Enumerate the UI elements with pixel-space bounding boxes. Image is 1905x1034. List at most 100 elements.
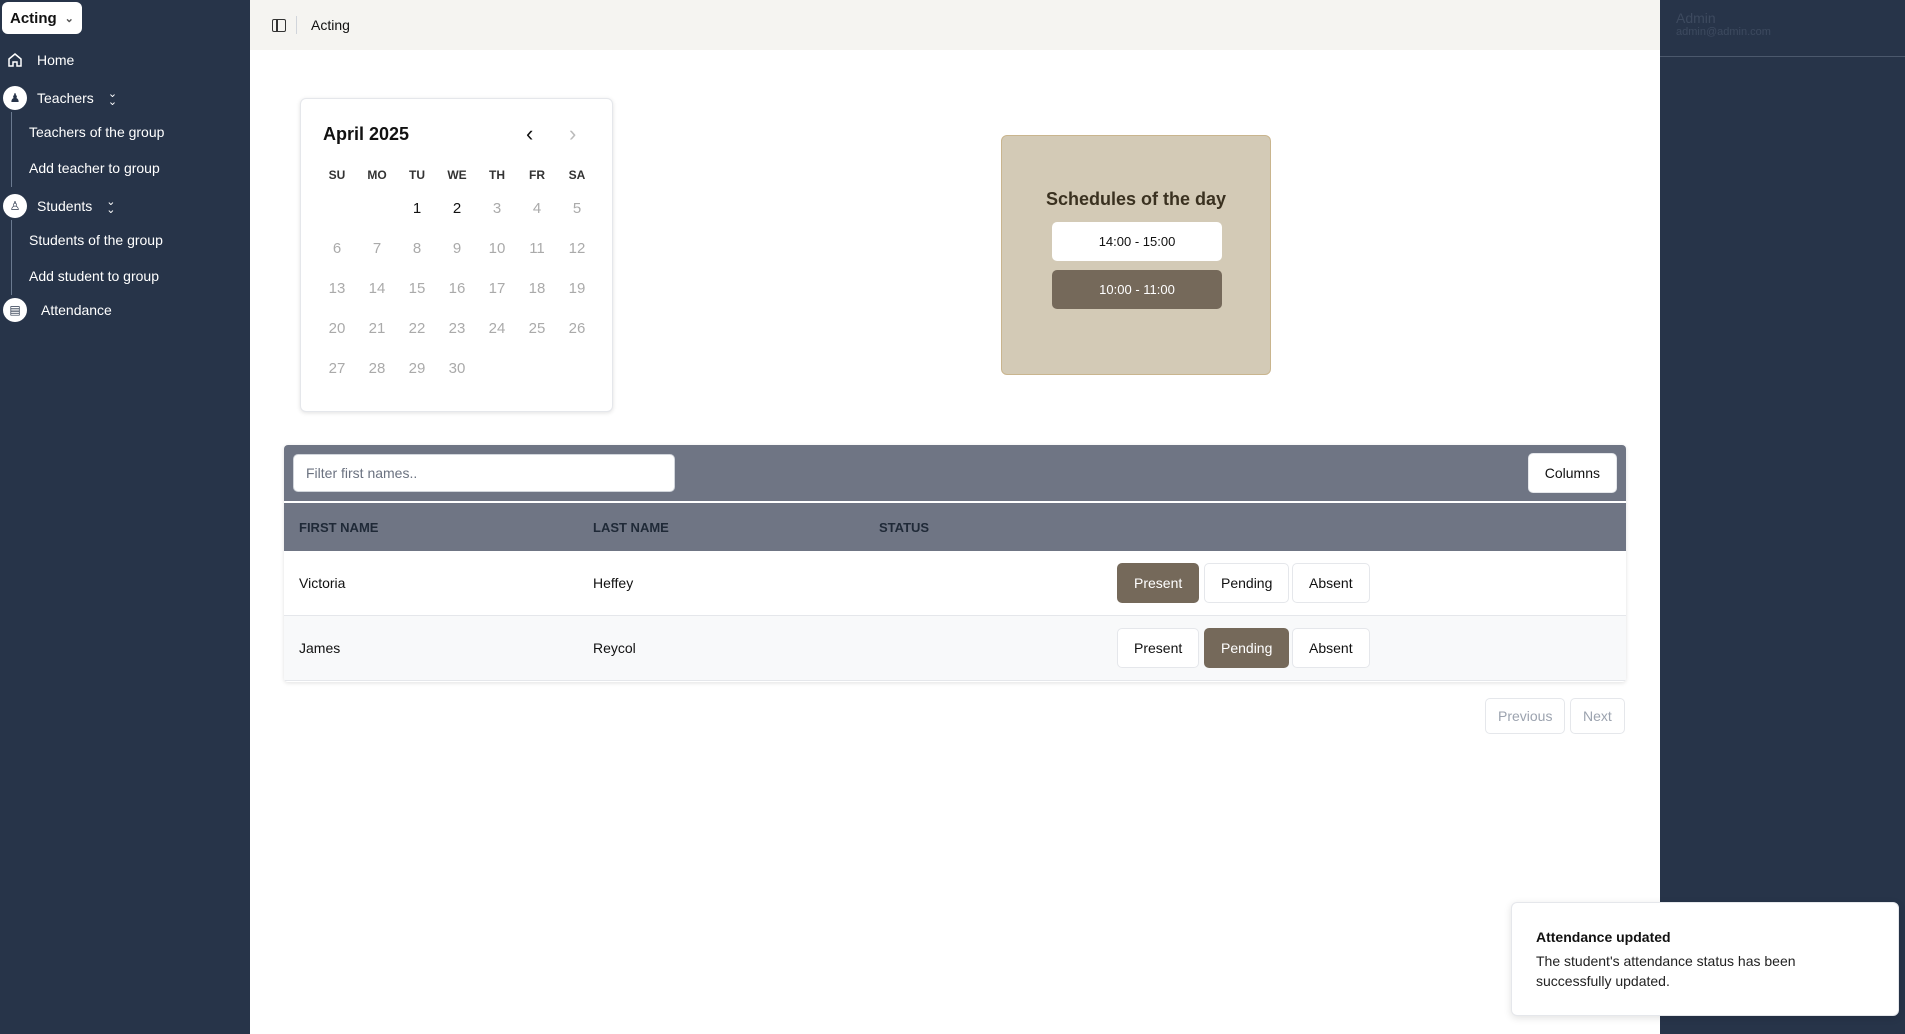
calendar-day: 24 (488, 320, 506, 337)
next-button[interactable]: Next (1570, 698, 1625, 734)
chevron-right-icon[interactable]: › (569, 121, 576, 147)
chevron-left-icon[interactable]: ‹ (526, 121, 533, 147)
chevron-down-icon: ⌄ (64, 12, 74, 25)
sidebar-item-label: Attendance (41, 302, 112, 318)
sidebar-item-add-student[interactable]: Add student to group (29, 268, 159, 284)
columns-button[interactable]: Columns (1527, 453, 1617, 493)
calendar-day: 10 (488, 240, 506, 257)
cell-first-name: Victoria (299, 575, 346, 591)
calendar-day: 19 (568, 280, 586, 297)
schedule-slot-selected[interactable]: 10:00 - 11:00 (1052, 270, 1222, 309)
schedules-card: Schedules of the day 14:00 - 15:00 10:00… (1001, 135, 1271, 375)
calendar-day[interactable]: 1 (397, 189, 437, 229)
user-menu[interactable]: Admin admin@admin.com (1660, 0, 1905, 57)
sidebar-item-teachers[interactable]: ♟ Teachers ⌄ ⌄ (0, 86, 117, 110)
calendar-month: April 2025 (323, 124, 410, 144)
submenu-line (11, 112, 12, 187)
column-header-last-name[interactable]: LAST NAME (593, 520, 669, 535)
calendar-day: 13 (328, 280, 346, 297)
cell-last-name: Reycol (593, 640, 636, 656)
previous-button[interactable]: Previous (1485, 698, 1566, 734)
schedules-title: Schedules of the day (1045, 189, 1227, 209)
user-email: admin@admin.com (1676, 26, 1771, 38)
table-row: Victoria Heffey Present Pending Absent (284, 551, 1626, 616)
sidebar: Acting ⌄ Home ♟ Teachers ⌄ ⌄ Teachers of … (0, 0, 250, 1034)
group-select[interactable]: Acting ⌄ (2, 2, 82, 34)
calendar-day: 9 (452, 240, 462, 257)
weekday-label: SU (328, 168, 346, 182)
sidebar-toggle-icon[interactable] (272, 18, 286, 32)
sidebar-item-teachers-of-group[interactable]: Teachers of the group (29, 124, 164, 140)
weekday-label: TH (489, 168, 505, 182)
user-name: Admin (1676, 10, 1716, 26)
pending-button[interactable]: Pending (1204, 563, 1290, 603)
sidebar-item-home[interactable]: Home (0, 48, 74, 72)
weekday-label: WE (447, 168, 467, 182)
attendance-table: Columns FIRST NAME LAST NAME STATUS Vict… (284, 445, 1626, 682)
sidebar-item-add-teacher[interactable]: Add teacher to group (29, 160, 160, 176)
calendar-day: 21 (368, 320, 386, 337)
calendar-day: 14 (368, 280, 386, 297)
calendar-day: 3 (492, 200, 502, 217)
calendar-day: 25 (528, 320, 546, 337)
teacher-icon: ♟ (3, 86, 27, 110)
table-header: FIRST NAME LAST NAME STATUS (284, 501, 1626, 551)
schedule-slot[interactable]: 14:00 - 15:00 (1052, 222, 1222, 261)
sidebar-item-attendance[interactable]: ▤ Attendance (0, 298, 112, 322)
present-button[interactable]: Present (1117, 628, 1200, 668)
cell-last-name: Heffey (593, 575, 634, 591)
student-icon: ♙ (3, 194, 27, 218)
toast-body: The student's attendance status has been… (1536, 953, 1796, 989)
sidebar-item-students-of-group[interactable]: Students of the group (29, 232, 163, 248)
calendar-day: 20 (328, 320, 346, 337)
filter-input[interactable] (293, 454, 675, 492)
sidebar-item-label: Teachers (37, 90, 94, 106)
calendar: April 2025 ‹ › SU MO TU WE TH FR SA 1 2 3 4 5 6 7 8 9 10… (300, 98, 613, 412)
toast-title: Attendance updated (1536, 929, 1671, 945)
calendar-grid: SU MO TU WE TH FR SA 1 2 3 4 5 6 7 8 9 10 11 12 13 14 15 16 17 1… (317, 161, 597, 389)
column-header-status[interactable]: STATUS (879, 520, 929, 535)
table-toolbar: Columns (284, 445, 1626, 501)
calendar-day: 27 (328, 360, 346, 377)
present-button[interactable]: Present (1117, 563, 1200, 603)
attendance-icon: ▤ (3, 298, 27, 322)
calendar-day: 11 (529, 240, 545, 257)
calendar-day: 23 (448, 320, 466, 337)
calendar-empty-cell (317, 189, 357, 229)
right-panel: Admin admin@admin.com (1660, 0, 1905, 1034)
sidebar-item-students[interactable]: ♙ Students ⌄ ⌄ (0, 194, 115, 218)
sidebar-item-label: Students (37, 198, 93, 214)
cell-first-name: James (299, 640, 341, 656)
toast-notification: Attendance updated The student's attenda… (1511, 902, 1899, 1016)
calendar-day: 29 (408, 360, 426, 377)
submenu-line (11, 220, 12, 295)
calendar-day: 28 (368, 360, 386, 377)
calendar-day: 18 (528, 280, 546, 297)
topbar: Acting (250, 0, 1660, 50)
calendar-day[interactable]: 2 (437, 189, 477, 229)
absent-button[interactable]: Absent (1292, 563, 1370, 603)
calendar-day: 4 (532, 200, 542, 217)
calendar-day: 26 (568, 320, 586, 337)
calendar-day: 5 (572, 200, 582, 217)
calendar-day: 15 (408, 280, 426, 297)
column-header-first-name[interactable]: FIRST NAME (299, 520, 378, 535)
calendar-day: 22 (408, 320, 426, 337)
group-select-label: Acting (10, 9, 57, 27)
weekday-label: TU (409, 168, 425, 182)
calendar-day: 6 (332, 240, 342, 257)
sidebar-item-label: Home (37, 52, 75, 68)
calendar-empty-cell (357, 189, 397, 229)
calendar-day: 17 (488, 280, 506, 297)
weekday-label: MO (367, 168, 387, 182)
calendar-day: 12 (568, 240, 586, 257)
pending-button[interactable]: Pending (1204, 628, 1290, 668)
home-icon (3, 48, 27, 72)
absent-button[interactable]: Absent (1292, 628, 1370, 668)
divider (296, 16, 297, 34)
calendar-day: 30 (448, 360, 466, 377)
calendar-day: 7 (372, 240, 382, 257)
chevrons-down-icon: ⌄ ⌄ (106, 196, 116, 216)
table-row: James Reycol Present Pending Absent (284, 616, 1626, 681)
weekday-label: SA (568, 168, 586, 182)
